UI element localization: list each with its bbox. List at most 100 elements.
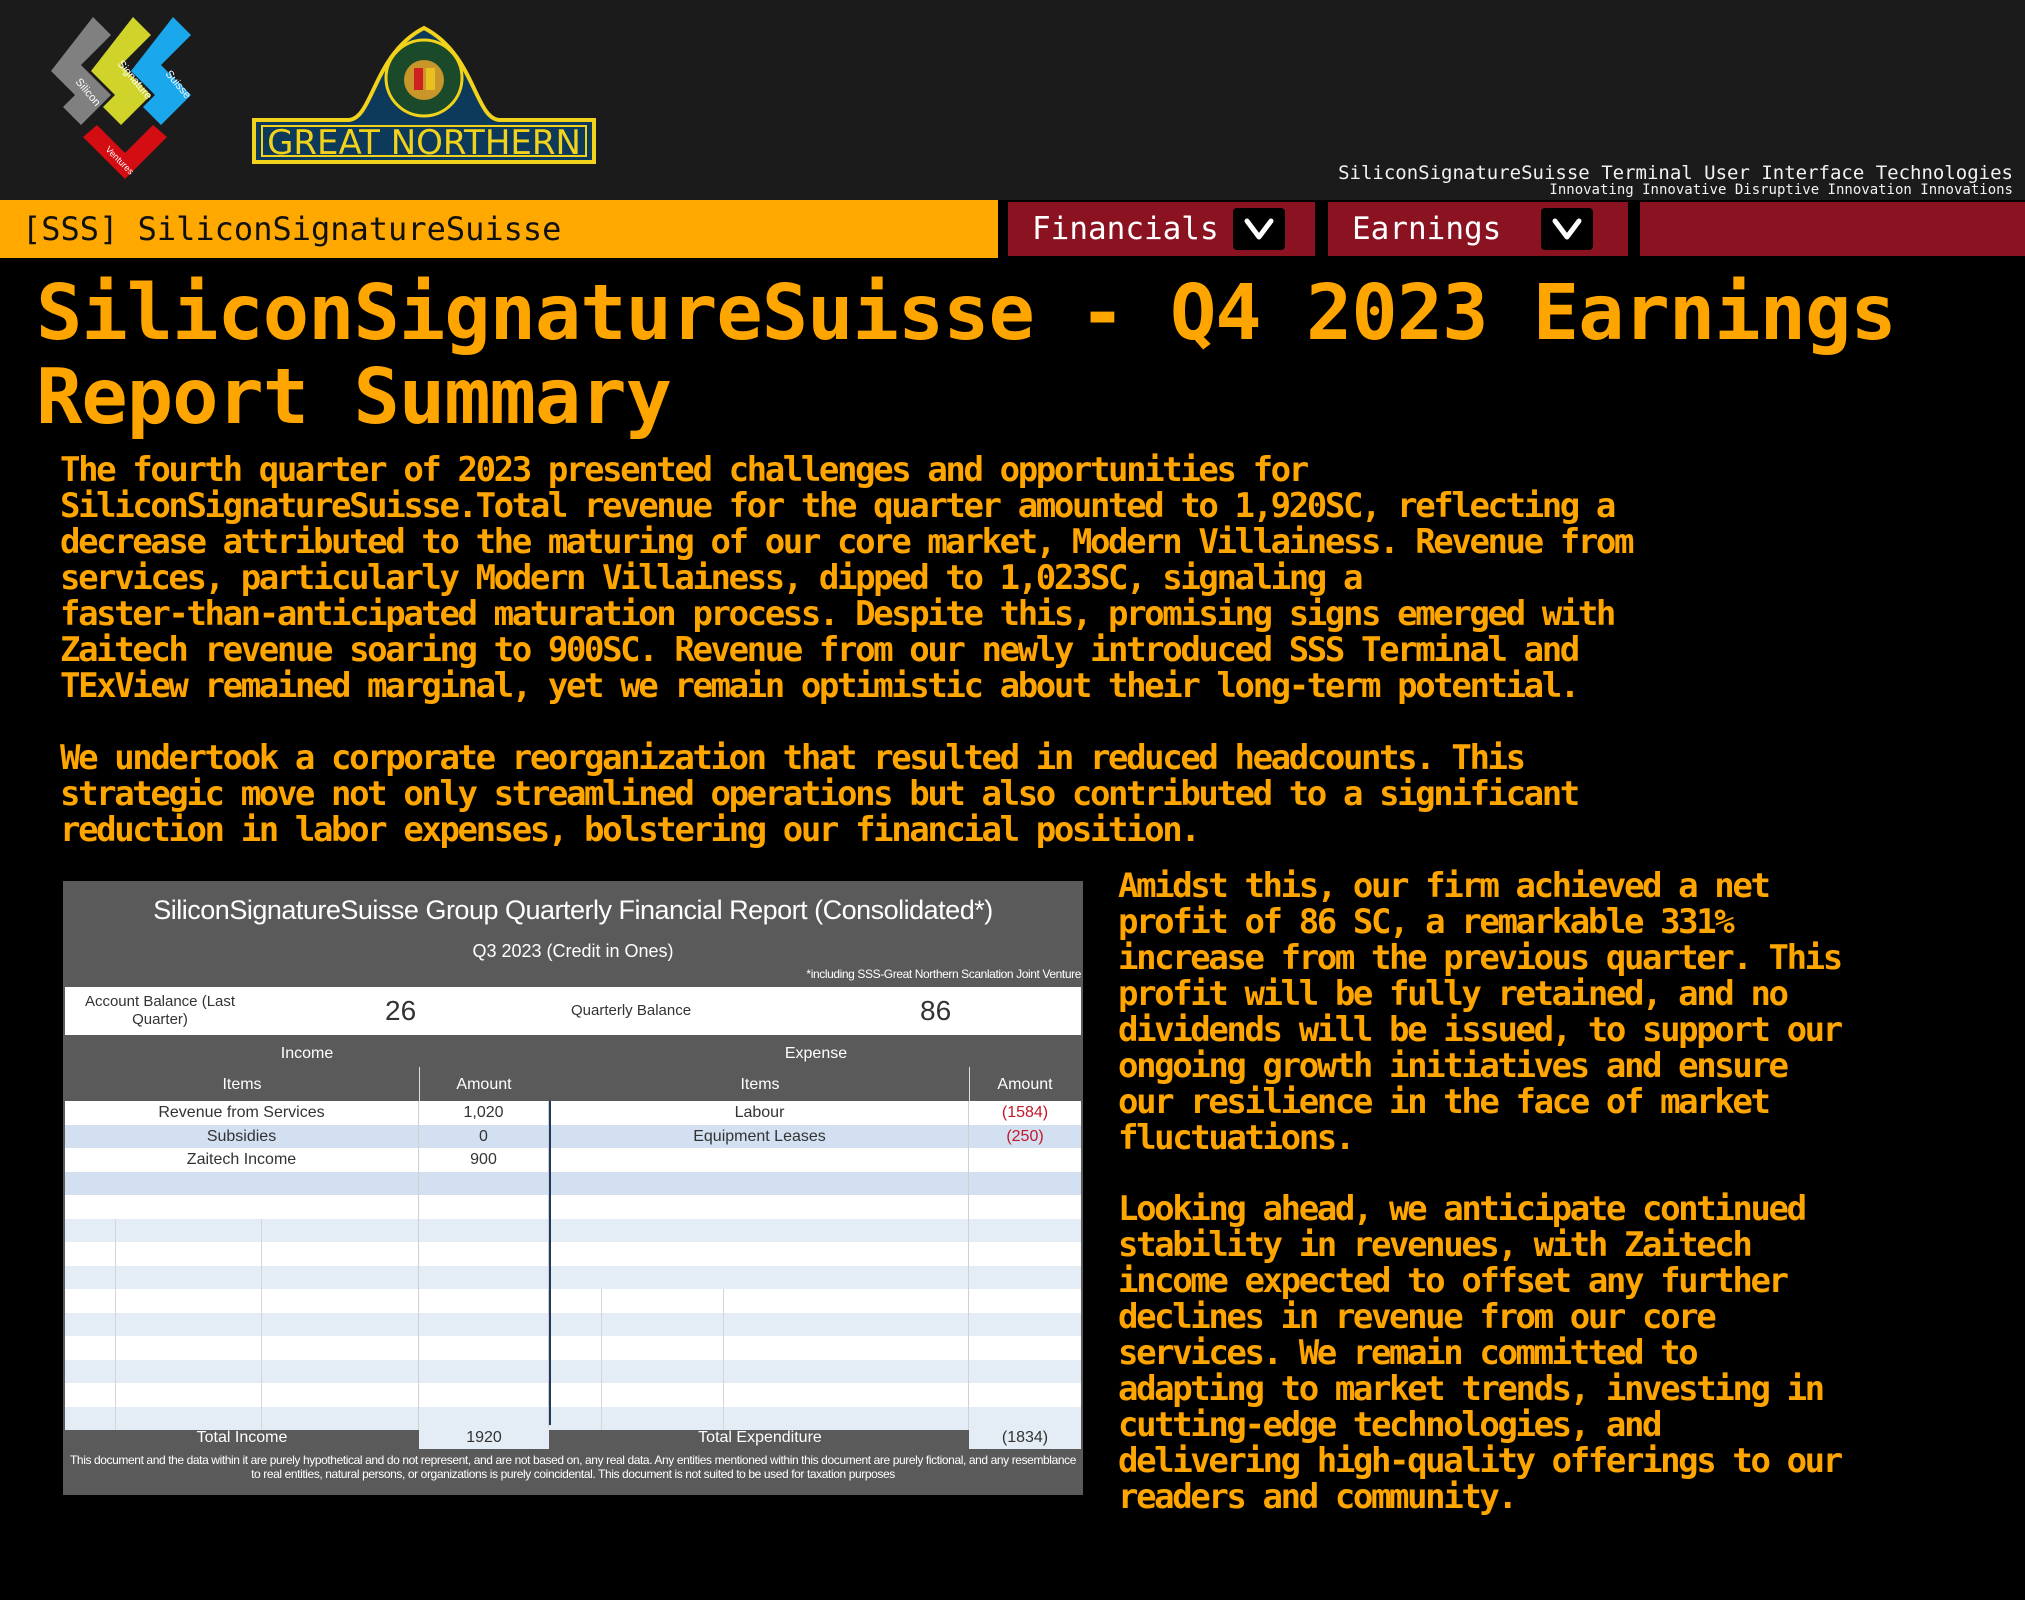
page-title: SiliconSignatureSuisse - Q4 2023 Earning…	[36, 269, 1897, 442]
grid-line	[115, 1242, 116, 1266]
grid-line	[115, 1289, 116, 1313]
income-expense-divider	[549, 1101, 551, 1425]
article-paragraph: The fourth quarter of 2023 presented cha…	[60, 450, 1634, 706]
grid-line	[601, 1289, 602, 1313]
income-amount-cell	[419, 1218, 549, 1242]
total-expense-value: (1834)	[969, 1427, 1081, 1449]
grid-line	[115, 1359, 116, 1383]
top-header: Silicon Signature Suisse Ventures GREAT …	[0, 0, 2025, 200]
grid-line	[115, 1218, 116, 1242]
ticker-field[interactable]: [SSS] SiliconSignatureSuisse	[0, 200, 998, 258]
income-item-cell	[65, 1359, 419, 1383]
brand-tagline: Innovating Innovative Disruptive Innovat…	[1549, 182, 2013, 198]
income-amount-cell	[419, 1265, 549, 1289]
grid-line	[723, 1359, 724, 1383]
grid-line	[115, 1383, 116, 1407]
ledger-row	[65, 1383, 1081, 1407]
income-item-cell	[65, 1383, 419, 1407]
expense-amount-cell	[969, 1360, 1081, 1384]
grid-line	[261, 1383, 262, 1407]
earnings-menu-button[interactable]: Earnings	[1328, 202, 1628, 256]
income-item-cell	[65, 1265, 419, 1289]
expense-amount-cell: (1584)	[1001, 1104, 1049, 1121]
article-paragraph: We undertook a corporate reorganization …	[60, 738, 1580, 850]
ledger-row: Revenue from Services 1,020 Labour (1584)	[65, 1101, 1081, 1125]
expense-item-cell	[551, 1359, 969, 1383]
income-amount-cell	[419, 1359, 549, 1383]
report-title: SiliconSignatureSuisse Group Quarterly F…	[153, 895, 993, 925]
expense-amount-cell	[969, 1148, 1081, 1172]
income-item-cell	[65, 1195, 419, 1219]
expense-item-cell	[551, 1289, 969, 1313]
expense-amount-cell	[969, 1266, 1081, 1290]
expense-item-cell	[551, 1171, 969, 1195]
ledger-row: Zaitech Income 900	[65, 1148, 1081, 1172]
ledger-row	[65, 1359, 1081, 1384]
expense-amount-cell	[969, 1383, 1081, 1407]
report-subtitle: Q3 2023 (Credit in Ones)	[472, 941, 674, 961]
expense-item-cell	[551, 1265, 969, 1289]
expense-item-cell	[551, 1242, 969, 1266]
article-paragraph: Looking ahead, we anticipate continued s…	[1118, 1189, 1843, 1517]
ledger-row	[65, 1312, 1081, 1336]
income-amount-cell: 1,020	[419, 1101, 549, 1125]
grid-line	[115, 1312, 116, 1336]
grid-line	[261, 1336, 262, 1360]
income-item-cell: Revenue from Services	[65, 1101, 419, 1125]
expense-items-col: Items	[740, 1076, 780, 1093]
sss-ventures-logo[interactable]: Silicon Signature Suisse Ventures	[45, 12, 225, 187]
income-item-cell	[65, 1171, 419, 1195]
income-amount-cell	[419, 1289, 549, 1313]
income-amount-cell	[419, 1336, 549, 1360]
income-item-cell	[65, 1218, 419, 1242]
balance-row: Account Balance (Last Quarter) 26 Quarte…	[65, 987, 1081, 1035]
ledger-row	[65, 1336, 1081, 1360]
great-northern-wordmark: GREAT NORTHERN	[267, 123, 581, 163]
grid-line	[723, 1312, 724, 1336]
ledger-row	[65, 1265, 1081, 1290]
grid-line	[261, 1289, 262, 1313]
income-item-cell	[65, 1336, 419, 1360]
ledger-row	[65, 1289, 1081, 1313]
quarterly-balance-value: 86	[920, 995, 952, 1026]
expense-item-cell	[551, 1195, 969, 1219]
income-amount-cell	[419, 1171, 549, 1195]
nav-bar: [SSS] SiliconSignatureSuisse Financials …	[0, 200, 2025, 258]
expense-amount-cell	[969, 1172, 1081, 1196]
expense-amount-col: Amount	[997, 1076, 1053, 1093]
total-expense-label: Total Expenditure	[698, 1429, 822, 1446]
grid-line	[601, 1359, 602, 1383]
income-item-cell	[65, 1312, 419, 1336]
chevron-down-icon[interactable]	[1233, 208, 1285, 250]
grid-line	[601, 1383, 602, 1407]
income-amount-cell	[419, 1312, 549, 1336]
financials-menu-button[interactable]: Financials	[1008, 202, 1315, 256]
chevron-down-icon[interactable]	[1541, 208, 1593, 250]
last-balance-label: Account Balance (Last Quarter)	[84, 993, 236, 1028]
brand-title: SiliconSignatureSuisse Terminal User Int…	[1338, 162, 2013, 184]
expense-amount-cell	[969, 1289, 1081, 1313]
report-disclaimer: This document and the data within it are…	[70, 1453, 1076, 1481]
ledger-row	[65, 1195, 1081, 1219]
income-items-col: Items	[222, 1076, 262, 1093]
expense-item-cell	[551, 1148, 969, 1172]
grid-line	[261, 1312, 262, 1336]
income-group-label: Income	[280, 1045, 334, 1062]
logo-v-ventures: Ventures	[83, 125, 167, 179]
income-amount-cell	[419, 1242, 549, 1266]
expense-amount-cell	[969, 1195, 1081, 1219]
grid-line	[601, 1312, 602, 1336]
grid-line	[601, 1336, 602, 1360]
income-item-cell: Zaitech Income	[65, 1148, 419, 1172]
grid-line	[261, 1218, 262, 1242]
expense-amount-cell: (250)	[1006, 1127, 1044, 1145]
ledger-row: Subsidies 0 Equipment Leases (250)	[65, 1124, 1081, 1148]
expense-item-cell	[551, 1336, 969, 1360]
ledger-row	[65, 1242, 1081, 1266]
income-header: Income Items Amount	[65, 1037, 549, 1101]
income-item-cell: Subsidies	[65, 1124, 419, 1148]
financial-report-table: SiliconSignatureSuisse Group Quarterly F…	[63, 881, 1083, 1495]
income-amount-cell	[419, 1383, 549, 1407]
grid-line	[115, 1336, 116, 1360]
great-northern-logo[interactable]: GREAT NORTHERN	[250, 24, 598, 168]
